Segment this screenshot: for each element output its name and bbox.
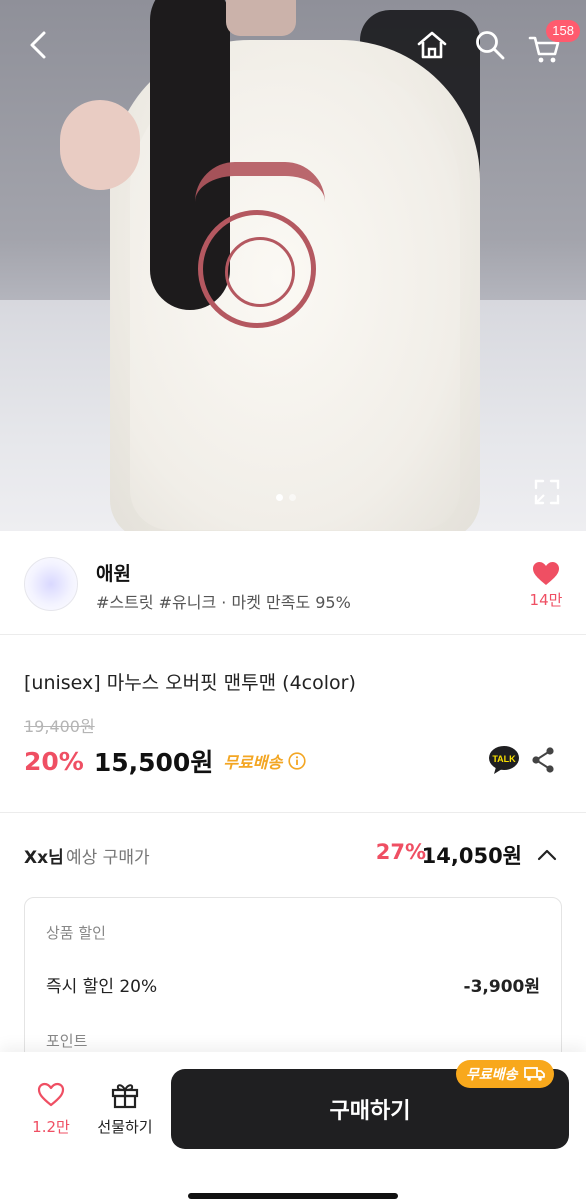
product-title: [unisex] 마누스 오버핏 맨투맨 (4color) <box>24 672 356 694</box>
gift-button[interactable]: 선물하기 <box>90 1080 160 1137</box>
product-discount-heading: 상품 할인 <box>46 924 106 942</box>
phone <box>226 0 296 36</box>
share-icon[interactable] <box>530 746 556 774</box>
back-icon[interactable] <box>22 28 56 62</box>
instant-discount-label: 즉시 할인 20% <box>46 977 158 997</box>
expected-price-row[interactable]: Xx님 예상 구매가 27% 14,050원 <box>24 840 562 870</box>
shop-logo[interactable] <box>24 557 78 611</box>
svg-text:TALK: TALK <box>492 754 516 764</box>
product-image[interactable]: 158 <box>0 0 586 531</box>
user-name: Xx님 <box>24 848 64 868</box>
shop-tags: #스트릿 #유니크 · 마켓 만족도 95% <box>96 593 351 612</box>
discount-rate: 20% <box>24 746 84 776</box>
shop-info[interactable]: 애원 #스트릿 #유니크 · 마켓 만족도 95% 14만 <box>0 531 586 635</box>
cart-icon[interactable]: 158 <box>528 20 580 66</box>
wishlist-count: 1.2만 <box>32 1118 70 1136</box>
kakao-talk-icon[interactable]: TALK <box>488 745 520 775</box>
expected-price: 14,050원 <box>421 844 522 868</box>
expected-price-label: 예상 구매가 <box>66 848 150 868</box>
pagination-dot <box>289 494 296 501</box>
gift-label: 선물하기 <box>97 1118 153 1136</box>
wishlist-button[interactable]: 1.2만 <box>22 1082 80 1137</box>
print-lettering <box>195 162 325 202</box>
print-seal <box>198 210 316 328</box>
original-price: 19,400원 <box>24 717 95 736</box>
free-shipping-label: 무료배송 <box>223 753 283 772</box>
heart-filled-icon[interactable] <box>532 561 560 587</box>
chevron-up-icon[interactable] <box>536 844 558 866</box>
free-shipping-badge-label: 무료배송 <box>466 1067 518 1083</box>
shop-name[interactable]: 애원 <box>96 559 131 586</box>
home-icon[interactable] <box>415 28 449 62</box>
info-icon[interactable] <box>288 752 306 770</box>
home-indicator <box>188 1193 398 1199</box>
image-pagination <box>276 494 296 501</box>
instant-discount-value: -3,900원 <box>463 977 540 997</box>
heart-outline-icon <box>37 1082 65 1108</box>
search-icon[interactable] <box>473 28 507 62</box>
gift-icon <box>110 1080 140 1110</box>
bottom-action-bar: 1.2만 선물하기 구매하기 무료배송 <box>0 1052 586 1200</box>
pagination-dot <box>276 494 283 501</box>
cart-count-badge: 158 <box>546 20 580 42</box>
free-shipping-badge: 무료배송 <box>456 1060 554 1088</box>
expand-icon[interactable] <box>533 478 561 506</box>
truck-icon <box>523 1066 546 1082</box>
points-heading: 포인트 <box>46 1032 88 1050</box>
hand <box>60 100 140 190</box>
section-divider <box>0 812 586 813</box>
sale-price: 15,500원 <box>93 748 214 777</box>
shop-like-count: 14만 <box>529 591 563 609</box>
price-row: 20% 15,500원 무료배송 <box>24 744 306 778</box>
expected-discount: 27% <box>375 840 426 864</box>
